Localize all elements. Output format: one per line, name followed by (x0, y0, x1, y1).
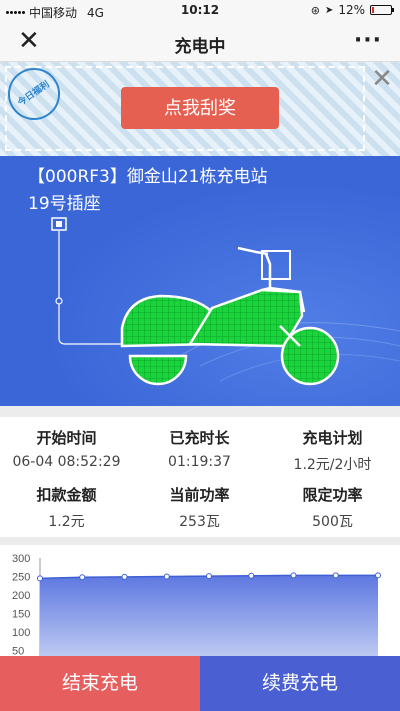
stat-elapsed: 已充时长 01:19:37 (133, 427, 266, 470)
stat-label: 充电计划 (302, 429, 363, 447)
y-tick-label: 150 (12, 609, 30, 621)
stat-plan: 充电计划 1.2元/2小时 (266, 427, 399, 474)
data-point (163, 573, 170, 580)
data-point (79, 574, 86, 581)
plug-icon (51, 217, 67, 231)
stat-label: 限定功率 (302, 486, 363, 504)
stat-label: 扣款金额 (36, 486, 97, 504)
data-point (206, 573, 212, 580)
y-tick-label: 100 (12, 627, 30, 639)
location-icon: ➤ (324, 4, 334, 16)
station-name: 【000RF3】御金山21栋充电站 (28, 167, 268, 187)
stat-value: 1.2元/2小时 (293, 457, 372, 473)
status-right: ⊛ ➤ 12% (310, 3, 394, 17)
scratch-button[interactable]: 点我刮奖 (121, 87, 279, 129)
data-point (37, 575, 43, 582)
orientation-lock-icon: ⊛ (310, 3, 320, 17)
y-tick-label: 200 (12, 590, 30, 602)
stat-value: 01:19:37 (168, 454, 231, 470)
socket-number: 19号插座 (28, 194, 101, 214)
power-area (40, 575, 378, 665)
banner-close-icon[interactable]: ✕ (368, 66, 396, 94)
y-tick-label: 300 (12, 553, 30, 565)
power-chart: 30025020015010050 (12, 553, 381, 665)
nav-bar: ✕ 充电中 ··· (0, 22, 400, 62)
stat-label: 开始时间 (36, 429, 97, 447)
stat-value: 1.2元 (48, 514, 85, 530)
stat-value: 06-04 08:52:29 (12, 454, 121, 470)
battery-icon (370, 5, 394, 15)
data-point (375, 572, 381, 579)
stat-value: 500瓦 (312, 514, 353, 530)
charge-stats: 开始时间 06-04 08:52:29 已充时长 01:19:37 充电计划 1… (0, 417, 400, 537)
data-point (121, 573, 128, 580)
status-bar: 中国移动 4G 10:12 ⊛ ➤ 12% (0, 0, 400, 22)
end-charging-button[interactable]: 结束充电 (0, 656, 200, 711)
data-point (248, 572, 255, 579)
data-point (332, 572, 339, 579)
power-chart-card: 300 250 200 150 100 50 (0, 545, 400, 665)
scratch-banner: 今日福利 点我刮奖 ✕ (0, 57, 400, 156)
page-title: 充电中 (174, 37, 226, 57)
y-tick-label: 250 (12, 572, 30, 584)
battery-percent: 12% (338, 3, 365, 17)
stat-label: 当前功率 (169, 486, 230, 504)
stat-power-limit: 限定功率 500瓦 (266, 484, 399, 531)
stat-current-power: 当前功率 253瓦 (133, 484, 266, 531)
stat-amount: 扣款金额 1.2元 (0, 484, 133, 531)
stat-value: 253瓦 (179, 514, 220, 530)
more-icon[interactable]: ··· (354, 28, 382, 53)
stat-label: 已充时长 (169, 429, 230, 447)
renew-charging-button[interactable]: 续费充电 (200, 656, 400, 711)
data-point (290, 572, 297, 579)
stat-start-time: 开始时间 06-04 08:52:29 (0, 427, 133, 470)
device-panel: 【000RF3】御金山21栋充电站 19号插座 (0, 156, 400, 406)
